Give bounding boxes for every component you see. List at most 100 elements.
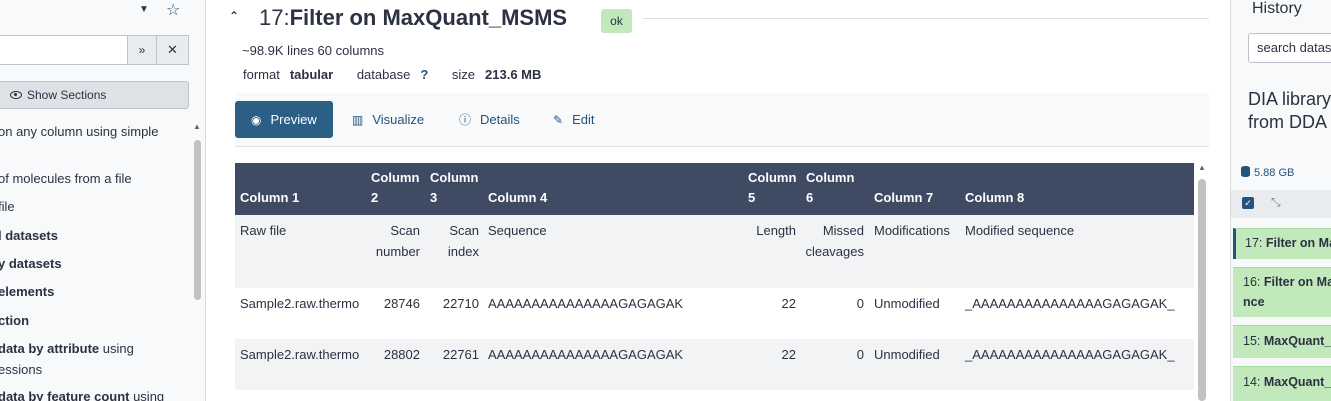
collapse-icon[interactable]: ⌃ [229, 9, 239, 23]
tool-item[interactable]: on any column using simple [0, 122, 158, 142]
table-cell: Length [756, 223, 796, 238]
history-item[interactable]: 16: Filter on MaxQuant_MSMS nce [1233, 267, 1331, 317]
history-panel: History search datasets DIA library from… [1230, 0, 1331, 401]
size-value: 213.6 MB [485, 67, 542, 82]
table-cell: Sample2.raw.thermo [240, 347, 360, 362]
table-cell: 28802 [383, 347, 420, 362]
history-item-name: Filter on MaxQuant_MSMS [1263, 275, 1331, 289]
table-cell: Sample2.raw.thermo [240, 296, 360, 311]
eye-icon [10, 91, 22, 99]
table-cell: 28746 [383, 296, 420, 311]
tab-label: Edit [572, 112, 595, 127]
database-label: database [356, 67, 411, 82]
scroll-up-arrow-icon[interactable]: ▲ [1198, 163, 1206, 172]
title-divider [643, 18, 1209, 19]
tool-item[interactable]: of molecules from a file [0, 169, 132, 189]
history-item[interactable]: 15: MaxQuant_ [1233, 325, 1331, 358]
column-header: Column 2 [371, 170, 420, 205]
tool-search-input[interactable] [0, 35, 128, 65]
history-size[interactable]: 5.88 GB [1241, 166, 1294, 179]
collapse-all-icon[interactable]: ⤡ [1271, 195, 1281, 210]
table-cell: AAAAAAAAAAAAAAAGAGAGAK [488, 347, 684, 362]
scrollbar-thumb[interactable] [194, 140, 201, 300]
history-title: History [1252, 0, 1302, 17]
history-name-line: from DDA [1248, 112, 1328, 132]
tool-item[interactable]: l datasets [0, 226, 58, 246]
table-cell: 22 [781, 296, 796, 311]
history-item-hid: 15: [1243, 334, 1261, 348]
table-row: Sample2.raw.thermo 28746 22710 AAAAAAAAA… [235, 288, 1194, 339]
tool-item[interactable]: data by attribute using [0, 339, 134, 359]
history-size-value: 5.88 GB [1254, 167, 1295, 179]
history-search-input[interactable]: search datasets [1248, 33, 1331, 63]
tab-visualize[interactable]: ▥ Visualize [352, 101, 424, 138]
history-item[interactable]: 14: MaxQuant_ [1233, 366, 1331, 401]
database-value-link[interactable]: ? [420, 67, 428, 82]
table-scrollbar[interactable]: ▲ [1195, 163, 1209, 401]
column-header: Column 7 [874, 190, 934, 205]
tool-item[interactable]: y datasets [0, 254, 62, 274]
tool-item[interactable]: file [0, 197, 15, 217]
table-cell: Modifications [874, 223, 950, 238]
tool-item[interactable]: data by feature count using [0, 387, 164, 401]
preview-table: Column 1 Column 2 Column 3 Column 4 Colu… [235, 163, 1194, 401]
dataset-name: Filter on MaxQuant_MSMS [289, 5, 568, 30]
select-all-checkbox-icon[interactable]: ✓ [1242, 197, 1254, 209]
database-icon [1241, 166, 1250, 177]
tool-item[interactable]: essions [0, 360, 42, 380]
table-cell: 22710 [442, 296, 479, 311]
table-cell: 0 [856, 296, 864, 311]
tab-edit[interactable]: ✎ Edit [553, 101, 594, 138]
table-cell: Raw file [240, 223, 287, 238]
state-badge: ok [601, 9, 632, 33]
show-sections-button[interactable]: Show Sections [0, 81, 189, 109]
column-header: Column 1 [240, 190, 300, 205]
double-chevron-down-icon: » [138, 43, 146, 57]
pencil-icon: ✎ [553, 113, 564, 127]
chart-icon: ▥ [352, 113, 364, 127]
tool-item[interactable]: elements [0, 282, 54, 302]
star-icon[interactable]: ☆ [166, 0, 180, 20]
table-cell: _AAAAAAAAAAAAAAAGAGAGAK_ [965, 347, 1175, 362]
tab-details[interactable]: ⓘ Details [459, 101, 520, 138]
table-header: Column 1 Column 2 Column 3 Column 4 Colu… [235, 163, 1194, 215]
advanced-search-button[interactable]: » [127, 35, 157, 65]
tab-preview[interactable]: ◉ Preview [235, 101, 333, 138]
history-name[interactable]: DIA library from DDA [1248, 88, 1331, 134]
table-cell: Sequence [488, 223, 547, 238]
history-item-name: MaxQuant_ [1263, 375, 1331, 389]
tool-item[interactable]: ction [0, 311, 29, 331]
eye-icon: ◉ [251, 113, 262, 127]
tool-panel: ▼ ☆ » ✕ Show Sections on any column usin… [0, 0, 206, 401]
dataset-title: 17:Filter on MaxQuant_MSMS [259, 5, 567, 31]
history-item-hid: 16: [1243, 275, 1261, 289]
caret-down-icon[interactable]: ▼ [139, 4, 149, 15]
table-cell: Unmodified [874, 296, 940, 311]
history-item-name: MaxQuant_ [1263, 334, 1331, 348]
scrollbar-thumb[interactable] [1198, 179, 1206, 401]
dataset-summary: ~98.9K lines 60 columns [242, 43, 385, 58]
column-header: Column 4 [488, 190, 548, 205]
table-cell: AAAAAAAAAAAAAAAGAGAGAK [488, 296, 684, 311]
dataset-meta: format tabular database? size 213.6 MB [243, 67, 561, 82]
tab-label: Visualize [372, 112, 425, 127]
history-item[interactable]: 17: Filter on MaxQuant_MSMS [1233, 228, 1331, 259]
table-cell: Missed cleavages [805, 223, 864, 259]
table-cell: Scan number [375, 223, 420, 259]
show-sections-label: Show Sections [27, 88, 107, 102]
dataset-view: ⌃ 17:Filter on MaxQuant_MSMS ok ~98.9K l… [207, 0, 1229, 401]
dataset-hid: 17: [259, 5, 290, 30]
history-item-name: nce [1243, 295, 1265, 309]
close-icon: ✕ [167, 42, 178, 57]
size-label: size [451, 67, 476, 82]
table-row: Sample2.raw.thermo 28802 22761 AAAAAAAAA… [235, 339, 1194, 390]
format-label: format [243, 67, 280, 82]
scroll-up-arrow-icon[interactable]: ▲ [193, 122, 201, 131]
clear-search-button[interactable]: ✕ [156, 35, 189, 65]
column-header: Column 6 [806, 170, 855, 205]
tool-panel-scrollbar[interactable]: ▲ [192, 122, 204, 401]
dataset-tabs: ◉ Preview ▥ Visualize ⓘ Details ✎ Edit [235, 93, 1209, 147]
table-cell: 22761 [442, 347, 479, 362]
info-icon: ⓘ [459, 113, 472, 127]
table-cell: _AAAAAAAAAAAAAAAGAGAGAK_ [965, 296, 1175, 311]
